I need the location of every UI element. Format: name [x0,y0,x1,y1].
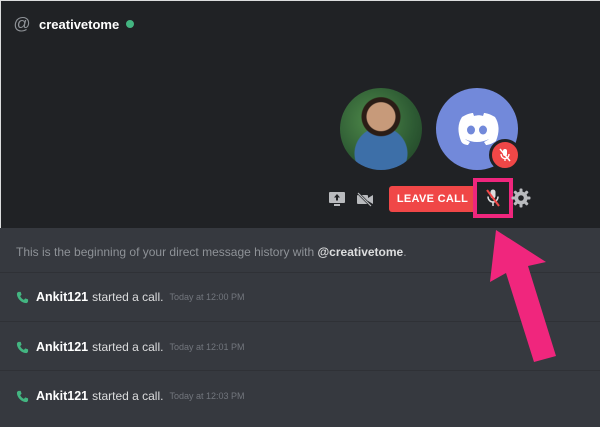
online-status-dot [126,20,135,28]
message-text: started a call. [92,290,164,304]
muted-badge [489,139,521,171]
message-author[interactable]: Ankit121 [36,290,88,304]
dm-intro-text: This is the beginning of your direct mes… [16,245,407,259]
message-timestamp: Today at 12:01 PM [169,342,245,352]
phone-icon [16,341,29,353]
screen-share-icon [329,192,345,206]
message-author[interactable]: Ankit121 [36,340,88,354]
divider [0,272,600,273]
mute-mic-button[interactable] [473,178,513,218]
mention[interactable]: @creativetome [317,245,403,259]
dm-username[interactable]: creativetome [39,17,119,32]
phone-icon [16,390,29,402]
mic-muted-icon [486,189,500,207]
video-toggle-button[interactable] [355,189,375,209]
divider [0,370,600,371]
settings-button[interactable] [511,188,531,208]
message-author[interactable]: Ankit121 [36,389,88,403]
video-off-icon [357,192,373,207]
call-controls: LEAVE CALL [327,184,476,214]
call-area: @ creativetome LEAVE CALL [0,0,600,228]
mic-muted-icon [499,148,511,162]
at-icon: @ [13,14,31,33]
screen-share-button[interactable] [327,189,347,209]
message-timestamp: Today at 12:03 PM [169,391,245,401]
list-item: Ankit121 started a call. Today at 12:03 … [16,386,245,406]
settings-icon [511,188,531,208]
divider [0,321,600,322]
discord-logo-icon [458,113,499,145]
message-text: started a call. [92,340,164,354]
phone-icon [16,291,29,303]
list-item: Ankit121 started a call. Today at 12:00 … [16,287,245,307]
message-text: started a call. [92,389,164,403]
user-avatar[interactable] [340,88,422,170]
dm-header: @ creativetome [13,13,135,35]
leave-call-button[interactable]: LEAVE CALL [389,186,476,212]
list-item: Ankit121 started a call. Today at 12:01 … [16,337,245,357]
message-timestamp: Today at 12:00 PM [169,292,245,302]
